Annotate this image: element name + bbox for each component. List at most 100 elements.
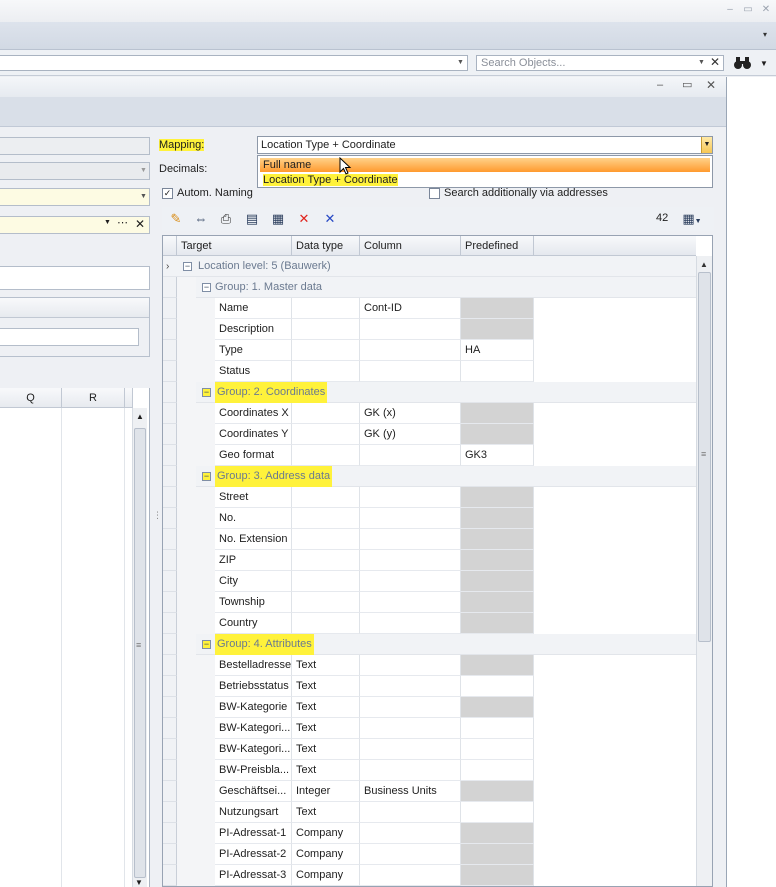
filter-edit-icon[interactable]: ✎ xyxy=(167,211,185,227)
chevron-down-icon[interactable]: ▼ xyxy=(456,56,465,70)
cell-column[interactable]: Cont-ID xyxy=(360,298,461,319)
left-field-3[interactable]: ▼ xyxy=(0,188,150,206)
row-selector[interactable] xyxy=(163,697,177,718)
table-row[interactable]: City xyxy=(163,571,696,592)
cell-predefined[interactable] xyxy=(461,760,534,781)
left-field-5[interactable] xyxy=(0,266,150,290)
cell-data-type[interactable] xyxy=(292,445,360,466)
table-row[interactable]: PI-Adressat-3 Company xyxy=(163,865,696,886)
cell-target[interactable]: BW-Kategori... xyxy=(215,718,292,739)
location-level-row[interactable]: › − Location level: 5 (Bauwerk) xyxy=(163,256,696,277)
cell-target[interactable]: PI-Adressat-1 xyxy=(215,823,292,844)
cell-data-type[interactable] xyxy=(292,361,360,382)
cell-column[interactable] xyxy=(360,802,461,823)
row-selector[interactable] xyxy=(163,298,177,319)
ribbon-chevron-down-icon[interactable]: ▾ xyxy=(763,30,767,39)
cell-column[interactable]: GK (x) xyxy=(360,403,461,424)
column-header-column[interactable]: Column xyxy=(360,236,461,256)
table-row[interactable]: BW-Preisbla... Text xyxy=(163,760,696,781)
cell-target[interactable]: No. Extension xyxy=(215,529,292,550)
grid-layout-menu-icon[interactable]: ▦▼ xyxy=(678,211,706,227)
chevron-down-icon[interactable]: ▼ xyxy=(139,190,148,204)
dialog-maximize-icon[interactable]: ▭ xyxy=(682,78,692,91)
table-row[interactable]: Betriebsstatus Text xyxy=(163,676,696,697)
column-width-icon[interactable]: ⇔ xyxy=(192,211,210,227)
cell-column[interactable] xyxy=(360,697,461,718)
left-spreadsheet[interactable]: Q R ▲ ≡ ▼ xyxy=(0,388,150,887)
row-selector[interactable] xyxy=(163,760,177,781)
cell-data-type[interactable]: Text xyxy=(292,655,360,676)
option-full-name[interactable]: Full name xyxy=(260,158,710,172)
detail-view-icon[interactable]: ▦ xyxy=(269,211,287,227)
cell-target[interactable]: Geo format xyxy=(215,445,292,466)
cell-column[interactable] xyxy=(360,718,461,739)
cell-column[interactable] xyxy=(360,739,461,760)
cell-data-type[interactable] xyxy=(292,550,360,571)
table-row[interactable]: No. Extension xyxy=(163,529,696,550)
left-vertical-scrollbar[interactable]: ▲ ≡ xyxy=(132,408,147,887)
row-selector[interactable] xyxy=(163,718,177,739)
table-row[interactable]: Name Cont-ID xyxy=(163,298,696,319)
search-input[interactable]: Search Objects... xyxy=(476,55,724,71)
cell-predefined[interactable] xyxy=(461,487,534,508)
cell-target[interactable]: Geschäftsei... xyxy=(215,781,292,802)
table-row[interactable]: Bestelladresse Text xyxy=(163,655,696,676)
cell-column[interactable] xyxy=(360,445,461,466)
cell-target[interactable]: Status xyxy=(215,361,292,382)
cell-column[interactable] xyxy=(360,655,461,676)
table-row[interactable]: BW-Kategori... Text xyxy=(163,739,696,760)
row-selector[interactable] xyxy=(163,445,177,466)
table-row[interactable]: Nutzungsart Text xyxy=(163,802,696,823)
cell-target[interactable]: Coordinates X xyxy=(215,403,292,424)
cell-predefined[interactable] xyxy=(461,361,534,382)
cell-data-type[interactable]: Company xyxy=(292,865,360,886)
search-dropdown-icon[interactable]: ▼ xyxy=(697,56,706,70)
row-selector[interactable] xyxy=(163,613,177,634)
table-row[interactable]: Coordinates X GK (x) xyxy=(163,403,696,424)
cell-target[interactable]: Street xyxy=(215,487,292,508)
cell-column[interactable] xyxy=(360,508,461,529)
cell-predefined[interactable] xyxy=(461,550,534,571)
cell-target[interactable]: PI-Adressat-2 xyxy=(215,844,292,865)
row-selector[interactable] xyxy=(163,571,177,592)
cell-data-type[interactable] xyxy=(292,613,360,634)
cell-predefined[interactable] xyxy=(461,529,534,550)
cell-predefined[interactable] xyxy=(461,613,534,634)
cell-target[interactable]: No. xyxy=(215,508,292,529)
cell-target[interactable]: BW-Preisbla... xyxy=(215,760,292,781)
cell-data-type[interactable] xyxy=(292,340,360,361)
chevron-down-icon[interactable]: ▼ xyxy=(139,164,148,178)
cell-data-type[interactable] xyxy=(292,319,360,340)
object-type-combo[interactable]: ▼ xyxy=(0,55,468,71)
row-selector[interactable] xyxy=(163,676,177,697)
left-field-4[interactable]: ▼ ⋯ ✕ xyxy=(0,216,150,234)
dialog-minimize-icon[interactable]: – xyxy=(657,79,663,91)
cell-predefined[interactable] xyxy=(461,802,534,823)
cell-target[interactable]: Township xyxy=(215,592,292,613)
table-row[interactable]: Status xyxy=(163,361,696,382)
collapse-icon[interactable]: − xyxy=(183,262,192,271)
cell-data-type[interactable]: Text xyxy=(292,697,360,718)
row-selector[interactable] xyxy=(163,823,177,844)
cell-predefined[interactable] xyxy=(461,508,534,529)
cell-predefined[interactable] xyxy=(461,403,534,424)
cell-data-type[interactable]: Text xyxy=(292,802,360,823)
binoculars-icon[interactable] xyxy=(733,54,753,72)
table-row[interactable]: PI-Adressat-1 Company xyxy=(163,823,696,844)
cell-predefined[interactable] xyxy=(461,298,534,319)
group-row[interactable]: − Group: 4. Attributes xyxy=(163,634,696,655)
delete-all-icon[interactable]: ✕ xyxy=(321,211,339,227)
cell-data-type[interactable] xyxy=(292,508,360,529)
row-selector[interactable] xyxy=(163,319,177,340)
row-selector[interactable] xyxy=(163,781,177,802)
cell-target[interactable]: Nutzungsart xyxy=(215,802,292,823)
mapping-combo[interactable]: Location Type + Coordinate ▼ xyxy=(257,136,713,154)
collapse-icon[interactable]: − xyxy=(202,388,211,397)
cell-target[interactable]: City xyxy=(215,571,292,592)
scroll-up-icon[interactable]: ▲ xyxy=(700,260,708,269)
table-row[interactable]: Geschäftsei... Integer Business Units xyxy=(163,781,696,802)
cell-target[interactable]: Description xyxy=(215,319,292,340)
cell-data-type[interactable] xyxy=(292,298,360,319)
scroll-down-icon[interactable]: ▼ xyxy=(135,878,143,887)
row-selector[interactable] xyxy=(163,382,177,403)
